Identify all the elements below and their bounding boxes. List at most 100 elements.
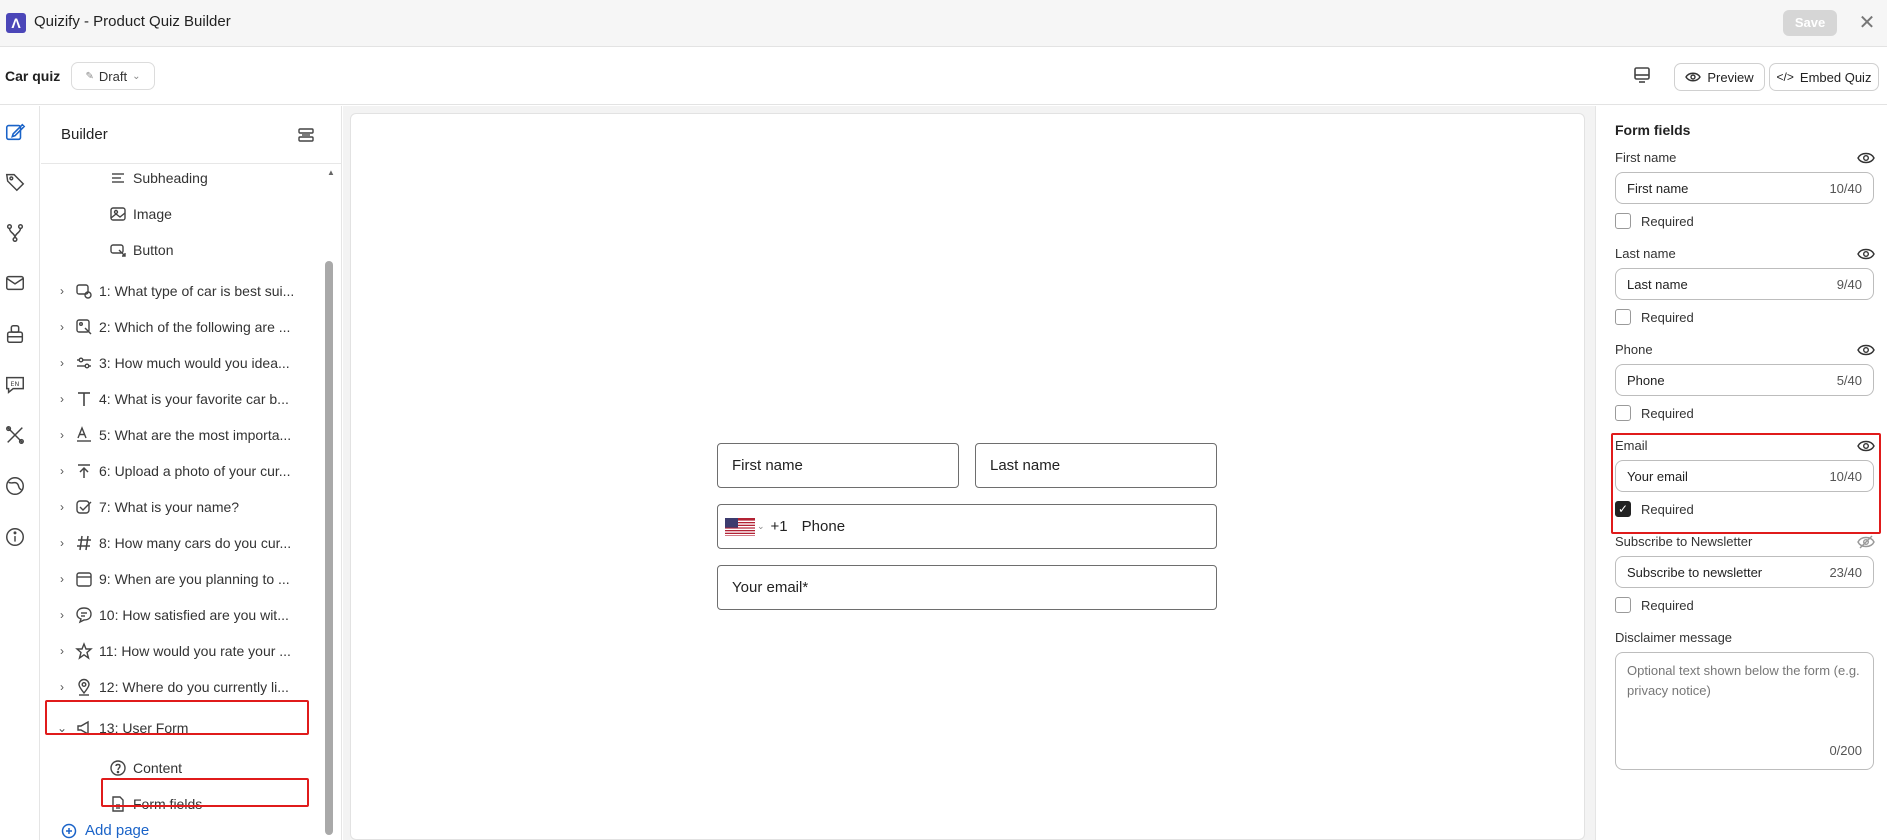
button-icon: [110, 244, 126, 257]
tree-subitem[interactable]: Subheading: [103, 165, 208, 191]
chevron-right-icon[interactable]: ›: [55, 284, 69, 298]
tree-subitem[interactable]: Image: [103, 201, 172, 227]
checkbox[interactable]: [1615, 405, 1631, 421]
tree-page-9[interactable]: › 9: When are you planning to ...: [55, 566, 323, 592]
tree-page-3[interactable]: › 3: How much would you idea...: [55, 350, 323, 376]
tree-subitem[interactable]: Button: [103, 237, 173, 263]
preview-last-name-field[interactable]: Last name: [975, 443, 1217, 488]
subheading-icon: [112, 173, 124, 183]
country-code: +1: [770, 518, 788, 535]
tree-page-12[interactable]: › 12: Where do you currently li...: [55, 674, 323, 700]
chevron-right-icon[interactable]: ›: [55, 572, 69, 586]
chevron-right-icon[interactable]: ›: [55, 500, 69, 514]
chevron-right-icon[interactable]: ›: [55, 392, 69, 406]
chevron-right-icon[interactable]: ›: [55, 356, 69, 370]
chevron-right-icon[interactable]: ›: [55, 536, 69, 550]
status-dropdown[interactable]: ✎ Draft ⌄: [71, 62, 155, 90]
design-tools-icon[interactable]: [4, 424, 26, 446]
code-icon: </>: [1776, 70, 1794, 84]
tree-subitem-label: Image: [133, 206, 172, 222]
checkbox[interactable]: [1615, 597, 1631, 613]
tree-page-label: 7: What is your name?: [99, 499, 240, 515]
tree-page-6[interactable]: › 6: Upload a photo of your cur...: [55, 458, 323, 484]
scrollbar-thumb[interactable]: [325, 261, 333, 835]
upload-icon: [78, 464, 90, 478]
required-label: Required: [1641, 309, 1694, 325]
chevron-right-icon[interactable]: ›: [55, 644, 69, 658]
phone-label-input[interactable]: Phone 5/40: [1615, 364, 1874, 396]
phone-placeholder: Phone: [801, 518, 846, 535]
integrations-icon[interactable]: [4, 323, 26, 345]
email-required-checkbox[interactable]: ✓ Required: [1615, 501, 1694, 517]
text-format-icon: [77, 426, 91, 442]
chevron-right-icon[interactable]: ›: [55, 608, 69, 622]
disclaimer-textarea[interactable]: Optional text shown below the form (e.g.…: [1615, 652, 1874, 770]
tree-page-4[interactable]: › 4: What is your favorite car b...: [55, 386, 323, 412]
chevron-right-icon[interactable]: ›: [55, 680, 69, 694]
mail-icon[interactable]: [4, 272, 26, 294]
field-label: Phone: [1615, 342, 1653, 357]
checkbox[interactable]: [1615, 309, 1631, 325]
field-label: First name: [1615, 150, 1677, 165]
tree-page-label: 1: What type of car is best sui...: [99, 283, 295, 299]
edit-icon[interactable]: [4, 121, 26, 143]
tree-page-8[interactable]: › 8: How many cars do you cur...: [55, 530, 323, 556]
builder-settings-icon[interactable]: [297, 126, 315, 144]
preview-first-name-field[interactable]: First name: [717, 443, 959, 488]
last-name-required-checkbox[interactable]: Required: [1615, 309, 1694, 325]
email-label-input[interactable]: Your email 10/40: [1615, 460, 1874, 492]
first-name-required-checkbox[interactable]: Required: [1615, 213, 1694, 229]
translate-icon[interactable]: EN: [4, 374, 26, 396]
tree-page-11[interactable]: › 11: How would you rate your ...: [55, 638, 323, 664]
tree-page-5[interactable]: › 5: What are the most importa...: [55, 422, 323, 448]
add-page-button[interactable]: Add page: [61, 822, 149, 839]
last-name-label-input[interactable]: Last name 9/40: [1615, 268, 1874, 300]
chevron-right-icon[interactable]: ›: [55, 320, 69, 334]
checkbox-checked[interactable]: ✓: [1615, 501, 1631, 517]
preview-email-field[interactable]: Your email*: [717, 565, 1217, 610]
add-page-label: Add page: [85, 822, 150, 839]
tree-page-10[interactable]: › 10: How satisfied are you wit...: [55, 602, 323, 628]
scroll-up-icon[interactable]: ▲: [327, 168, 335, 177]
chevron-right-icon[interactable]: ›: [55, 428, 69, 442]
phone-required-checkbox[interactable]: Required: [1615, 405, 1694, 421]
tag-icon[interactable]: [4, 171, 26, 193]
tree-page-label: 12: Where do you currently li...: [99, 679, 289, 695]
embed-quiz-button[interactable]: </> Embed Quiz: [1769, 63, 1879, 91]
required-label: Required: [1641, 405, 1694, 421]
device-preview-icon[interactable]: [1630, 63, 1654, 87]
preview-phone-field[interactable]: ⌄ +1 Phone: [717, 504, 1217, 549]
tree-page-label: 11: How would you rate your ...: [99, 643, 291, 659]
eye-off-icon[interactable]: [1857, 535, 1875, 549]
tree-subitem-label: Subheading: [133, 170, 208, 186]
newsletter-required-checkbox[interactable]: Required: [1615, 597, 1694, 613]
tree-page-1[interactable]: › 1: What type of car is best sui...: [55, 278, 323, 304]
chevron-right-icon[interactable]: ›: [55, 464, 69, 478]
status-label: Draft: [98, 68, 128, 84]
eye-icon: [1685, 72, 1702, 82]
tree-subitem-label: Content: [133, 760, 183, 776]
close-icon[interactable]: ✕: [1855, 10, 1879, 36]
svg-text:EN: EN: [10, 380, 19, 388]
us-flag-icon[interactable]: [725, 517, 755, 536]
checkbox[interactable]: [1615, 213, 1631, 229]
newsletter-label-input[interactable]: Subscribe to newsletter 23/40: [1615, 556, 1874, 588]
first-name-label-input[interactable]: First name 10/40: [1615, 172, 1874, 204]
save-button[interactable]: Save: [1783, 10, 1837, 36]
globe-icon[interactable]: [4, 475, 26, 497]
info-icon[interactable]: [4, 526, 26, 548]
tree-page-7[interactable]: › 7: What is your name?: [55, 494, 323, 520]
eye-icon[interactable]: [1857, 343, 1875, 357]
input-value: Your email: [1627, 468, 1688, 484]
plus-circle-icon: [61, 823, 77, 838]
eye-icon[interactable]: [1857, 247, 1875, 261]
builder-panel: Builder Subheading Image Button › 1: Wha…: [41, 106, 342, 840]
branch-icon[interactable]: [4, 222, 26, 244]
eye-icon[interactable]: [1857, 151, 1875, 165]
input-value: Last name: [1627, 276, 1688, 292]
image-choice-icon: [76, 319, 92, 335]
preview-button[interactable]: Preview: [1674, 63, 1765, 91]
pencil-icon: ✎: [85, 70, 94, 82]
tree-page-2[interactable]: › 2: Which of the following are ...: [55, 314, 323, 340]
eye-icon[interactable]: [1857, 439, 1875, 453]
